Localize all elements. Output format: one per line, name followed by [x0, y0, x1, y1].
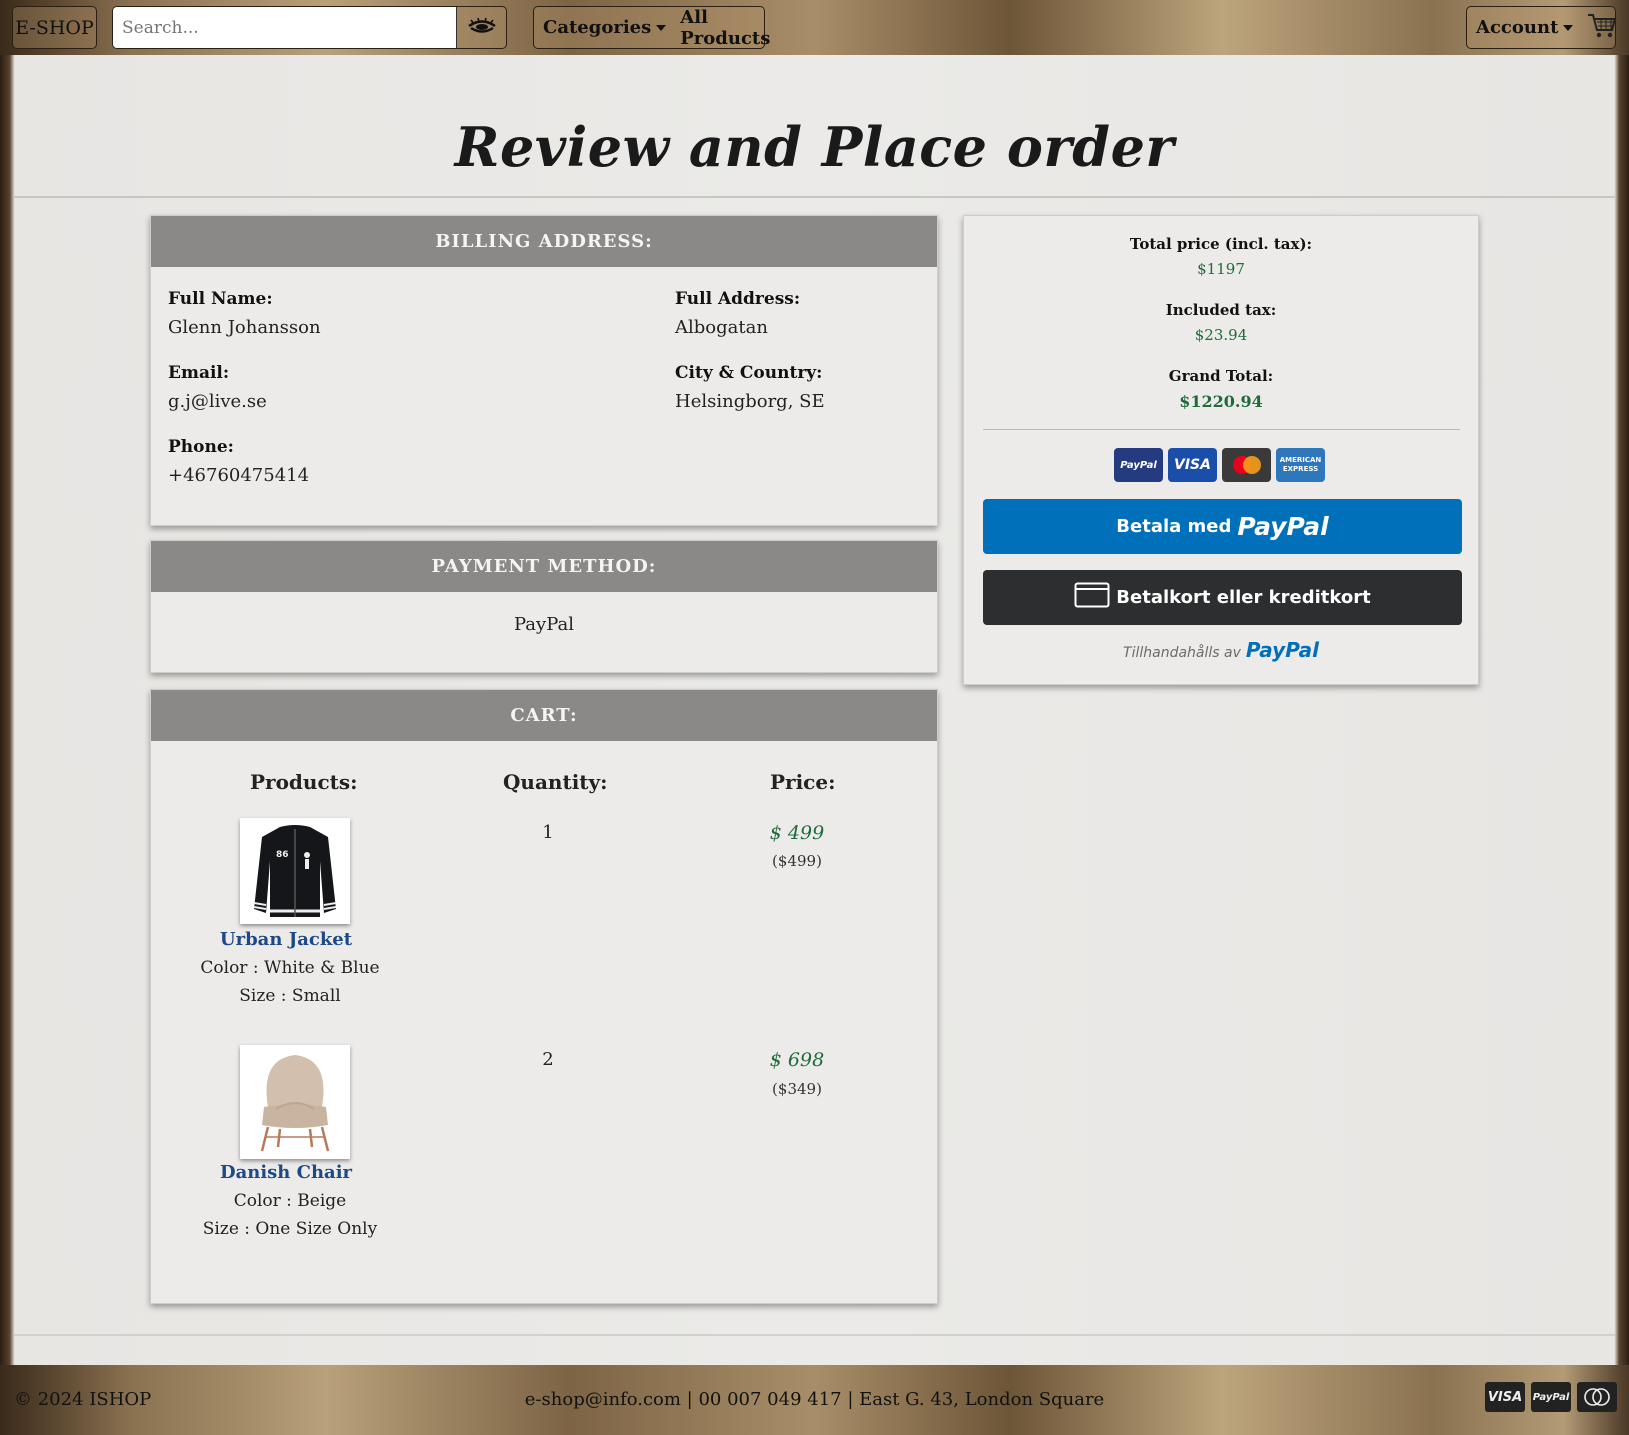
full-name-value: Glenn Johansson	[168, 317, 321, 338]
visa-logo-icon: VISA	[1485, 1382, 1525, 1412]
city-field: City & Country: Helsingborg, SE	[675, 363, 825, 412]
credit-card-icon	[1074, 582, 1110, 613]
phone-label: Phone:	[168, 437, 234, 457]
product-quantity: 1	[542, 822, 554, 843]
brand-logo[interactable]: E-SHOP	[12, 6, 97, 49]
card-button-label: Betalkort eller kreditkort	[1116, 587, 1371, 608]
visa-logo-icon: VISA	[1168, 448, 1217, 482]
product-color: Color : White & Blue	[200, 958, 380, 978]
product-total-price: $ 499	[769, 822, 825, 844]
product-unit-price: ($349)	[772, 1080, 822, 1098]
included-tax-value: $23.94	[1194, 326, 1248, 344]
categories-dropdown[interactable]: Categories	[543, 17, 667, 38]
divider	[983, 429, 1460, 430]
included-tax-label: Included tax:	[1165, 301, 1277, 319]
nav-menu: Categories All Products	[533, 6, 770, 49]
footer-contact-info: e-shop@info.com | 00 007 049 417 | East …	[524, 1389, 1105, 1410]
product-total-price: $ 698	[769, 1049, 825, 1071]
all-products-label: All Products	[680, 6, 771, 49]
cart-icon[interactable]	[1587, 11, 1617, 44]
payment-logos: PayPal VISA AMERICAN EXPRESS	[1114, 448, 1325, 482]
product-quantity: 2	[542, 1049, 554, 1070]
svg-text:86: 86	[276, 850, 289, 860]
product-size: Size : One Size Only	[202, 1219, 378, 1239]
powered-by-paypal: Tillhandahålls av PayPal	[964, 638, 1478, 662]
account-dropdown[interactable]: Account	[1476, 17, 1574, 38]
search-button[interactable]	[457, 7, 506, 48]
amex-logo-line2: EXPRESS	[1282, 465, 1319, 473]
search-form	[112, 6, 507, 49]
all-products-link[interactable]: All Products	[680, 7, 770, 49]
paypal-logo-icon: PayPal	[1531, 1382, 1571, 1412]
full-name-field: Full Name: Glenn Johansson	[168, 289, 321, 338]
phone-value: +46760475414	[168, 465, 310, 486]
billing-address-card: BILLING ADDRESS: Full Name: Glenn Johans…	[150, 215, 938, 526]
payment-header: PAYMENT METHOD:	[151, 541, 937, 592]
quantity-column-header: Quantity:	[503, 770, 608, 794]
address-field: Full Address: Albogatan	[675, 289, 800, 338]
amex-logo-icon: AMERICAN EXPRESS	[1276, 448, 1325, 482]
city-label: City & Country:	[675, 363, 823, 383]
paypal-checkout-button[interactable]: Betala med PayPal	[983, 499, 1462, 554]
order-summary-card: Total price (incl. tax): $1197 Included …	[963, 215, 1479, 685]
grand-total-value: $1220.94	[1179, 392, 1263, 411]
payment-method-value: PayPal	[514, 614, 574, 635]
billing-header: BILLING ADDRESS:	[151, 216, 937, 267]
price-column-header: Price:	[770, 770, 836, 794]
product-image-chair[interactable]	[240, 1045, 350, 1159]
product-unit-price: ($499)	[772, 852, 822, 870]
total-price-value: $1197	[1197, 260, 1245, 278]
card-checkout-button[interactable]: Betalkort eller kreditkort	[983, 570, 1462, 625]
product-link-urban-jacket[interactable]: Urban Jacket	[156, 929, 416, 950]
product-image-jacket[interactable]: 86	[240, 818, 350, 924]
eye-search-icon	[466, 15, 498, 41]
payment-method-card: PAYMENT METHOD: PayPal	[150, 540, 938, 673]
email-label: Email:	[168, 363, 230, 383]
paypal-button-brand: PayPal	[1237, 512, 1329, 541]
page-title: Review and Place order	[454, 115, 1175, 179]
divider	[14, 196, 1615, 198]
mastercard-logo-icon	[1577, 1382, 1617, 1412]
phone-field: Phone: +46760475414	[168, 437, 309, 486]
caret-down-icon	[1563, 24, 1574, 31]
cart-card: CART: Products: Quantity: Price: 86 Urba…	[150, 689, 938, 1304]
address-label: Full Address:	[675, 289, 801, 309]
caret-down-icon	[656, 24, 667, 31]
city-value: Helsingborg, SE	[675, 391, 825, 412]
powered-by-prefix: Tillhandahålls av	[1123, 645, 1241, 661]
address-value: Albogatan	[675, 317, 768, 338]
products-column-header: Products:	[250, 770, 358, 794]
divider	[14, 1334, 1615, 1336]
product-size: Size : Small	[239, 986, 341, 1006]
navbar: E-SHOP Categories All Products Account	[0, 0, 1629, 55]
account-label: Account	[1476, 17, 1559, 38]
footer: © 2024 ISHOP e-shop@info.com | 00 007 04…	[0, 1365, 1629, 1435]
account-menu: Account	[1466, 6, 1617, 49]
grand-total-label: Grand Total:	[1168, 367, 1274, 385]
mastercard-logo-icon	[1222, 448, 1271, 482]
email-field: Email: g.j@live.se	[168, 363, 267, 412]
categories-label: Categories	[543, 17, 652, 38]
search-input[interactable]	[113, 7, 457, 48]
full-name-label: Full Name:	[168, 289, 273, 309]
amex-logo-line1: AMERICAN	[1279, 456, 1322, 464]
footer-payment-logos: VISA PayPal	[1485, 1382, 1617, 1412]
powered-by-brand: PayPal	[1245, 638, 1319, 662]
cart-header: CART:	[151, 690, 937, 741]
email-value: g.j@live.se	[168, 391, 267, 412]
product-color: Color : Beige	[233, 1191, 347, 1211]
paypal-button-prefix: Betala med	[1116, 516, 1232, 537]
product-link-danish-chair[interactable]: Danish Chair	[156, 1162, 416, 1183]
paypal-logo-icon: PayPal	[1114, 448, 1163, 482]
total-price-label: Total price (incl. tax):	[1129, 235, 1313, 253]
